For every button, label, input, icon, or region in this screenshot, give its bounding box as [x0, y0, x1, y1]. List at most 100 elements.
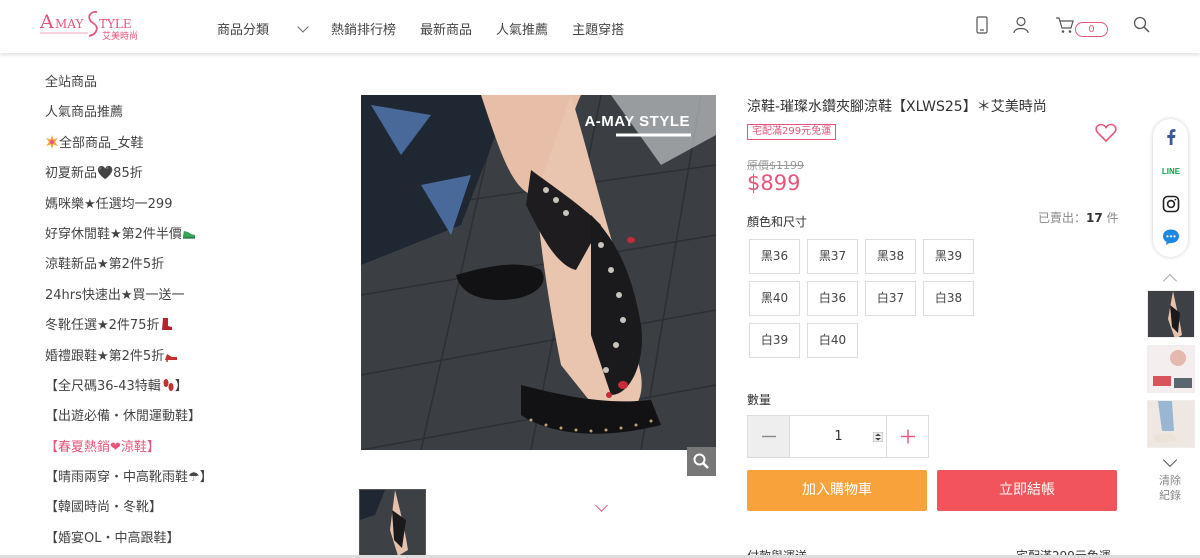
boot-icon — [162, 318, 173, 331]
mobile-icon[interactable] — [976, 16, 988, 34]
recent-photo — [1148, 291, 1194, 337]
social-share-bar: LINE — [1153, 119, 1188, 257]
sidebar-item-label: 人氣商品推薦 — [45, 105, 124, 121]
sidebar-item-all-sizes[interactable]: 【全尺碼36-43特輯】 — [0, 372, 340, 402]
variant-option[interactable]: 黑36 — [749, 239, 800, 274]
variant-option[interactable]: 黑38 — [865, 239, 916, 274]
expand-casual-shoes[interactable] — [296, 220, 608, 250]
sidebar-item-label: 【韓國時尚・冬靴】 — [45, 500, 163, 516]
chevron-down-icon — [595, 499, 608, 513]
sidebar-item-label: 全部商品_女鞋 — [59, 135, 144, 151]
sidebar-item-sandals-active[interactable]: 【春夏熱銷❤涼鞋】 — [0, 433, 340, 463]
nav-categories[interactable]: 商品分類 — [217, 19, 309, 38]
sidebar-item-ol-heels[interactable]: 【婚宴OL・中高跟鞋】 — [0, 524, 340, 554]
sidebar-item-casual-shoes[interactable]: 好穿休閒鞋★第2件半價 — [0, 220, 608, 250]
sidebar-item-moms[interactable]: 媽咪樂★任選均一299 — [0, 190, 340, 220]
sidebar-item-label: 【春夏熱銷❤涼鞋】 — [45, 439, 160, 455]
sold-suffix: 件 — [1102, 211, 1119, 225]
variant-option[interactable]: 白37 — [865, 281, 916, 316]
bracket-close: 】 — [174, 378, 188, 394]
variant-option[interactable]: 白40 — [807, 323, 858, 358]
sidebar-item-all-womens-shoes[interactable]: 全部商品_女鞋 — [0, 129, 340, 159]
option-label: 顏色和尺寸 — [747, 215, 808, 229]
recent-scroll-down-icon[interactable] — [1162, 452, 1178, 468]
quantity-decrease-button[interactable] — [748, 416, 790, 457]
sidebar-item-label: 冬靴任選★2件75折 — [45, 318, 160, 334]
expand-winter-boots[interactable] — [296, 311, 608, 341]
chevron-down-icon — [297, 20, 309, 33]
sidebar-item-all[interactable]: 全站商品 — [0, 68, 340, 98]
instagram-icon[interactable] — [1161, 194, 1181, 214]
cart-icon[interactable] — [1055, 16, 1075, 34]
sidebar-item-label: 初夏新品🖤85折 — [45, 166, 143, 182]
search-icon[interactable] — [1133, 16, 1151, 34]
recent-photo — [1148, 401, 1194, 447]
line-icon[interactable]: LINE — [1161, 160, 1181, 180]
product-main-image[interactable]: A-MAY STYLE — [361, 95, 716, 450]
nav-new-arrivals[interactable]: 最新商品 — [420, 19, 472, 38]
sidebar-item-new-sandals[interactable]: 涼鞋新品★第2件5折 — [0, 250, 340, 280]
sidebar-item-early-summer[interactable]: 初夏新品🖤85折 — [0, 159, 340, 189]
footprints-icon — [163, 378, 174, 391]
facebook-icon[interactable] — [1161, 127, 1181, 147]
nav-popular[interactable]: 人氣推薦 — [496, 19, 548, 38]
wishlist-heart-icon[interactable] — [1095, 123, 1117, 143]
magnifier-icon — [693, 453, 709, 469]
buy-now-button[interactable]: 立即結帳 — [937, 470, 1117, 511]
chat-icon[interactable] — [1161, 227, 1181, 247]
variant-options: 黑36 黑37 黑38 黑39 黑40 白36 白37 白38 白39 白40 — [749, 239, 989, 365]
heel-icon — [165, 353, 178, 362]
variant-option[interactable]: 黑40 — [749, 281, 800, 316]
sidebar-item-korean-boots[interactable]: 【韓國時尚・冬靴】 — [0, 493, 608, 523]
recent-item-thumbnail[interactable] — [1147, 345, 1195, 393]
sidebar-item-24hrs[interactable]: 24hrs快速出★買一送一 — [0, 281, 608, 311]
clear-recent-button[interactable]: 清除紀錄 — [1158, 473, 1182, 503]
variant-option[interactable]: 黑39 — [923, 239, 974, 274]
expand-wedding-heels[interactable] — [296, 342, 608, 372]
user-icon[interactable] — [1013, 16, 1029, 34]
sold-prefix: 已賣出： — [1038, 211, 1087, 225]
sidebar-item-sports-shoes[interactable]: 【出遊必備・休閒運動鞋】 — [0, 402, 608, 432]
brand-subtitle: 艾美時尚 — [102, 32, 139, 42]
product-thumbnail[interactable] — [359, 489, 426, 556]
brand-logo[interactable]: A MAY TYLE 艾美時尚 — [39, 9, 140, 43]
sold-count: 已賣出：17 件 — [1038, 209, 1119, 226]
sidebar-item-label: 【出遊必備・休閒運動鞋】 — [45, 409, 202, 425]
sidebar-item-label: 【晴雨兩穿・中高靴雨鞋☂】 — [45, 470, 213, 486]
plus-icon — [901, 429, 915, 444]
nav-themes[interactable]: 主題穿搭 — [572, 19, 624, 38]
quantity-input[interactable]: 1 — [791, 416, 886, 457]
sidebar-item-label: 【婚宴OL・中高跟鞋】 — [45, 530, 180, 546]
recent-scroll-up-icon[interactable] — [1162, 273, 1178, 289]
sidebar-item-rain-boots[interactable]: 【晴雨兩穿・中高靴雨鞋☂】 — [0, 463, 340, 493]
add-to-cart-button[interactable]: 加入購物車 — [747, 470, 927, 511]
variant-option[interactable]: 白38 — [923, 281, 974, 316]
free-shipping-badge: 宅配滿299元免運 — [747, 124, 837, 140]
nav-bestsellers[interactable]: 熱銷排行榜 — [331, 19, 396, 38]
expand-24hrs[interactable] — [296, 281, 608, 311]
variant-option[interactable]: 白39 — [749, 323, 800, 358]
recent-item-thumbnail[interactable] — [1147, 400, 1195, 448]
sidebar-item-label: 全站商品 — [45, 75, 98, 90]
site-header: A MAY TYLE 艾美時尚 商品分類 熱銷排行榜 最新商品 人氣推薦 主題穿… — [0, 0, 1200, 53]
svg-text:LINE: LINE — [1162, 167, 1181, 176]
expand-sports-shoes[interactable] — [296, 402, 608, 432]
zoom-button[interactable] — [687, 447, 716, 476]
variant-option[interactable]: 白36 — [807, 281, 858, 316]
quantity-increase-button[interactable] — [886, 416, 928, 457]
sidebar-item-label: 【全尺碼36-43特輯 — [45, 378, 161, 394]
spinner-arrows-icon[interactable] — [873, 432, 883, 442]
sidebar-item-popular[interactable]: 人氣商品推薦 — [0, 98, 340, 128]
sale-price: $899 — [747, 171, 801, 195]
cart-count-badge[interactable]: 0 — [1075, 22, 1108, 37]
sidebar-item-winter-boots[interactable]: 冬靴任選★2件75折 — [0, 311, 608, 341]
expand-korean-boots[interactable] — [296, 493, 608, 523]
recent-photo — [1148, 346, 1194, 392]
nav-label: 商品分類 — [217, 23, 270, 38]
variant-option[interactable]: 黑37 — [807, 239, 858, 274]
minus-icon — [762, 435, 776, 438]
quantity-label: 數量 — [747, 393, 772, 407]
recent-item-thumbnail[interactable] — [1147, 290, 1195, 338]
sidebar-item-wedding-heels[interactable]: 婚禮跟鞋★第2件5折 — [0, 342, 608, 372]
image-watermark: A-MAY STYLE — [584, 113, 690, 130]
